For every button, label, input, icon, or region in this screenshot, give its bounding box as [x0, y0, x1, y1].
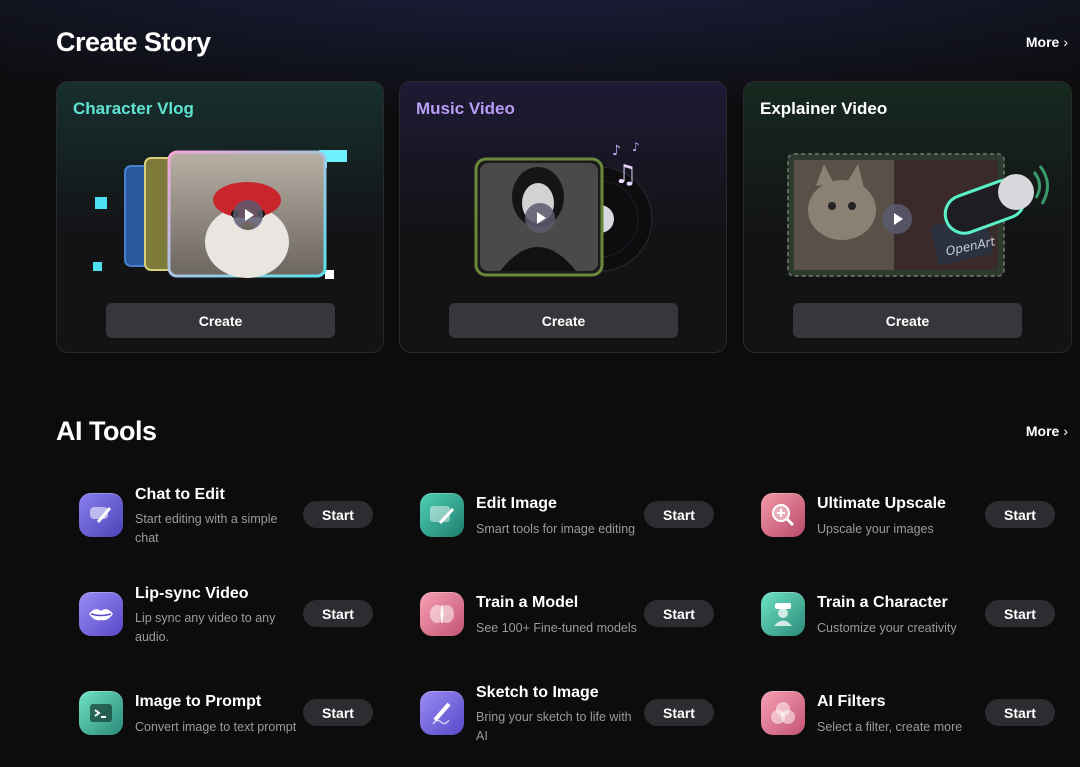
start-button[interactable]: Start: [303, 600, 373, 627]
character-vlog-illustration: [93, 150, 347, 279]
edit-image-icon: [420, 493, 464, 537]
card-title: Music Video: [416, 99, 515, 118]
tool-chat-to-edit[interactable]: Chat to Edit Start editing with a simple…: [79, 486, 379, 553]
more-label: More: [1025, 34, 1060, 50]
ai-tools-more-link[interactable]: More ›: [1026, 423, 1068, 439]
tool-desc: Convert image to text prompt: [135, 720, 297, 734]
brain-icon: [420, 592, 464, 636]
create-story-more-link[interactable]: More ›: [1026, 34, 1068, 50]
explainer-video-illustration: OpenArt: [787, 153, 1049, 277]
terminal-icon: [79, 691, 123, 735]
tool-lip-sync-video[interactable]: Lip-sync Video Lip sync any video to any…: [79, 585, 379, 652]
music-video-card[interactable]: Music Video ♪ ♪ ♫ Create: [399, 81, 727, 353]
tool-title: Lip-sync Video: [135, 585, 249, 602]
chevron-right-icon: ›: [1063, 423, 1068, 439]
create-button[interactable]: Create: [106, 303, 335, 338]
character-icon: [761, 592, 805, 636]
play-icon[interactable]: [233, 200, 263, 230]
tool-desc: Upscale your images: [817, 522, 934, 536]
tool-title: Train a Model: [476, 594, 579, 611]
story-cards: Character Vlog Create Music Video ♪ ♪ ♫ …: [56, 81, 1072, 353]
tool-title: Train a Character: [817, 594, 948, 611]
tool-edit-image[interactable]: Edit Image Smart tools for image editing…: [420, 493, 720, 553]
svg-text:♪: ♪: [632, 140, 640, 154]
music-video-illustration: ♪ ♪ ♫: [474, 140, 653, 277]
tool-title: Ultimate Upscale: [817, 495, 946, 512]
tool-ultimate-upscale[interactable]: Ultimate Upscale Upscale your images Sta…: [761, 493, 1061, 553]
tool-sketch-to-image[interactable]: Sketch to Image Bring your sketch to lif…: [420, 684, 720, 751]
tool-desc: Smart tools for image editing: [476, 522, 636, 536]
tool-desc: Start editing with a simple chat: [135, 512, 278, 545]
svg-text:♫: ♫: [614, 160, 637, 190]
start-button[interactable]: Start: [985, 501, 1055, 528]
tool-desc: Select a filter, create more: [817, 720, 963, 734]
pencil-icon: [420, 691, 464, 735]
tool-title: Chat to Edit: [135, 486, 225, 503]
explainer-video-card[interactable]: Explainer Video OpenArt Create: [743, 81, 1072, 353]
tool-train-a-character[interactable]: Train a Character Customize your creativ…: [761, 592, 1061, 652]
tool-ai-filters[interactable]: AI Filters Select a filter, create more …: [761, 691, 1061, 751]
tool-title: Edit Image: [476, 495, 557, 512]
start-button[interactable]: Start: [644, 699, 714, 726]
start-button[interactable]: Start: [644, 600, 714, 627]
create-story-title: Create Story: [56, 26, 211, 57]
start-button[interactable]: Start: [303, 501, 373, 528]
create-story-header: Create Story More ›: [56, 24, 1068, 60]
play-icon[interactable]: [882, 204, 912, 234]
lips-icon: [79, 592, 123, 636]
tool-title: AI Filters: [817, 693, 886, 710]
filters-icon: [761, 691, 805, 735]
chat-edit-icon: [79, 493, 123, 537]
svg-text:♪: ♪: [612, 143, 621, 159]
create-button[interactable]: Create: [449, 303, 678, 338]
chevron-right-icon: ›: [1063, 34, 1068, 50]
tool-train-a-model[interactable]: Train a Model See 100+ Fine-tuned models…: [420, 592, 720, 652]
upscale-icon: [761, 493, 805, 537]
create-button[interactable]: Create: [793, 303, 1022, 338]
tool-title: Image to Prompt: [135, 693, 262, 710]
tool-image-to-prompt[interactable]: Image to Prompt Convert image to text pr…: [79, 691, 379, 751]
card-title: Character Vlog: [73, 99, 194, 118]
start-button[interactable]: Start: [985, 600, 1055, 627]
more-label: More: [1025, 423, 1060, 439]
ai-tools-title: AI Tools: [56, 415, 157, 446]
card-title: Explainer Video: [760, 99, 888, 118]
start-button[interactable]: Start: [303, 699, 373, 726]
tool-title: Sketch to Image: [476, 684, 599, 701]
tool-desc: See 100+ Fine-tuned models: [476, 621, 637, 635]
start-button[interactable]: Start: [985, 699, 1055, 726]
start-button[interactable]: Start: [644, 501, 714, 528]
character-vlog-card[interactable]: Character Vlog Create: [56, 81, 384, 353]
play-icon[interactable]: [525, 203, 555, 233]
tool-desc: Customize your creativity: [817, 621, 957, 635]
ai-tools-header: AI Tools More ›: [56, 413, 1068, 449]
tool-desc: Bring your sketch to life with AI: [476, 710, 632, 743]
tool-desc: Lip sync any video to any audio.: [135, 611, 276, 644]
